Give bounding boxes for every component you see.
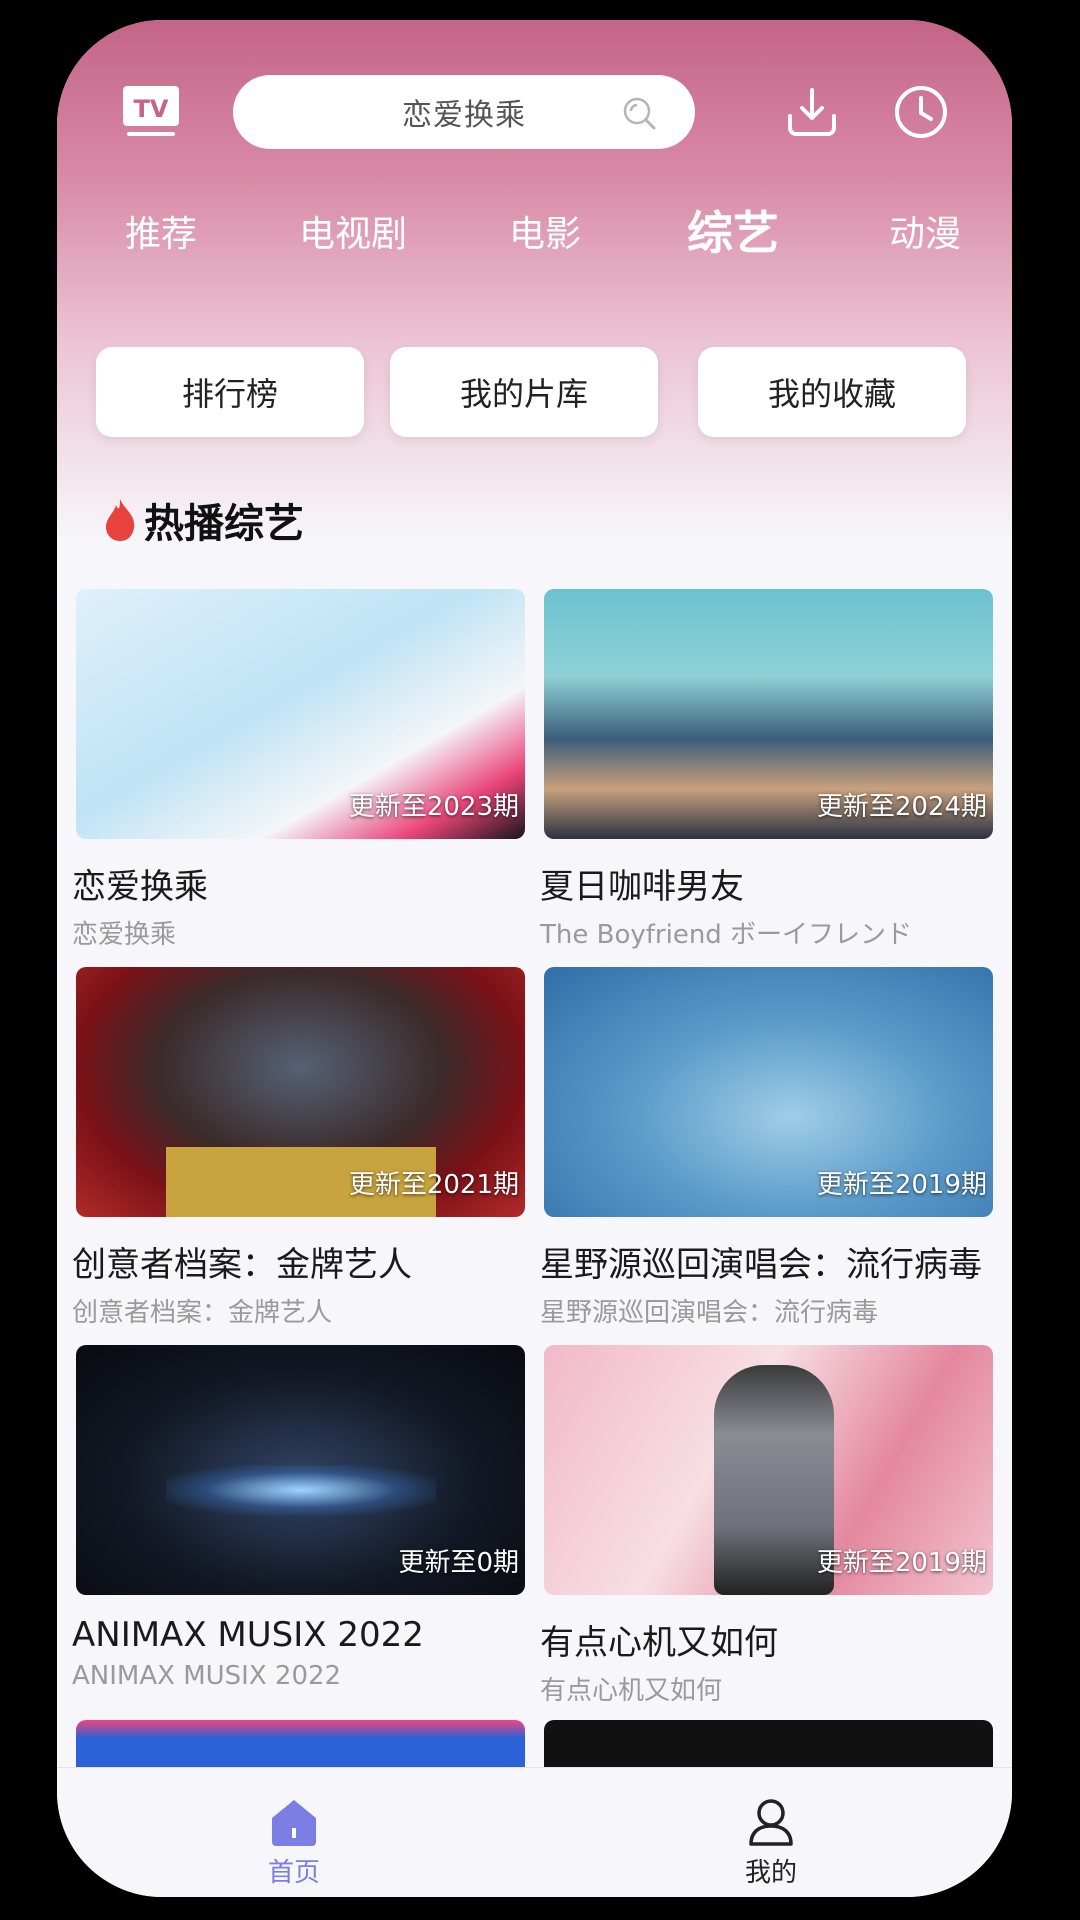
search-text: 恋爱换乘 <box>402 98 526 133</box>
show-thumbnail[interactable]: 更新至2024期 <box>544 589 993 839</box>
show-card[interactable]: 更新至2021期 创意者档案：金牌艺人 创意者档案：金牌艺人 <box>72 967 525 1329</box>
history-clock-icon[interactable] <box>893 84 949 140</box>
nav-profile-label: 我的 <box>744 1858 797 1888</box>
show-card[interactable]: 更新至2019期 有点心机又如何 有点心机又如何 <box>540 1345 993 1707</box>
section-title: 热播综艺 <box>144 501 304 547</box>
show-title: 有点心机又如何 <box>540 1623 778 1663</box>
ranking-button[interactable]: 排行榜 <box>96 347 364 437</box>
search-bar[interactable]: 恋爱换乘 <box>233 75 695 149</box>
tab-recommend[interactable]: 推荐 <box>125 205 197 257</box>
category-tabs: 推荐 电视剧 电影 综艺 动漫 <box>57 205 1012 275</box>
episode-badge: 更新至2023期 <box>348 792 519 822</box>
logo-text: TV <box>134 95 169 123</box>
section-header: 热播综艺 <box>102 492 304 548</box>
episode-badge: 更新至2021期 <box>348 1170 519 1200</box>
nav-home-label: 首页 <box>267 1858 320 1888</box>
show-thumbnail[interactable]: 更新至2021期 <box>76 967 525 1217</box>
show-card[interactable]: 更新至0期 ANIMAX MUSIX 2022 ANIMAX MUSIX 202… <box>72 1345 525 1691</box>
show-subtitle: 恋爱换乘 <box>72 920 177 950</box>
nav-home[interactable]: 首页 <box>234 1796 354 1889</box>
bottom-navigation: 首页 我的 <box>57 1767 1012 1897</box>
fire-icon <box>106 499 135 541</box>
show-card[interactable]: 更新至2023期 恋爱换乘 恋爱换乘 <box>72 589 525 951</box>
show-card[interactable]: 更新至2019期 星野源巡回演唱会：流行病毒 星野源巡回演唱会：流行病毒 <box>540 967 993 1329</box>
show-subtitle: 星野源巡回演唱会：流行病毒 <box>540 1298 879 1328</box>
show-subtitle: ANIMAX MUSIX 2022 <box>72 1661 342 1691</box>
app-screen: TV 恋爱换乘 推荐 电视剧 电影 综艺 动漫 排行榜 我的片库 我的收藏 热播… <box>57 20 1012 1897</box>
show-thumbnail[interactable]: 更新至2019期 <box>544 1345 993 1595</box>
top-bar: TV 恋爱换乘 <box>57 20 1012 200</box>
show-subtitle: 有点心机又如何 <box>540 1676 723 1706</box>
show-title: 恋爱换乘 <box>72 867 208 907</box>
tv-logo-icon[interactable]: TV <box>121 84 181 140</box>
tab-tv-series[interactable]: 电视剧 <box>299 205 407 257</box>
show-subtitle: The Boyfriend ボーイフレンド <box>540 920 913 950</box>
show-thumbnail[interactable]: 更新至2019期 <box>544 967 993 1217</box>
tab-anime[interactable]: 动漫 <box>889 205 961 257</box>
show-thumbnail[interactable]: 更新至2023期 <box>76 589 525 839</box>
my-library-button[interactable]: 我的片库 <box>390 347 658 437</box>
tab-movies[interactable]: 电影 <box>509 205 581 257</box>
episode-badge: 更新至2019期 <box>816 1548 987 1578</box>
show-title: 夏日咖啡男友 <box>540 867 744 907</box>
episode-badge: 更新至0期 <box>398 1548 519 1578</box>
show-card[interactable]: 更新至2024期 夏日咖啡男友 The Boyfriend ボーイフレンド <box>540 589 993 951</box>
search-icon[interactable] <box>621 95 657 131</box>
show-title: 创意者档案：金牌艺人 <box>72 1245 412 1285</box>
thumbnail-art <box>166 1465 436 1515</box>
my-favorites-button[interactable]: 我的收藏 <box>698 347 966 437</box>
show-subtitle: 创意者档案：金牌艺人 <box>72 1298 333 1328</box>
show-title: 星野源巡回演唱会：流行病毒 <box>540 1245 982 1285</box>
profile-icon <box>749 1799 793 1846</box>
show-thumbnail[interactable]: 更新至0期 <box>76 1345 525 1595</box>
home-icon <box>272 1800 316 1846</box>
download-icon[interactable] <box>784 84 840 140</box>
episode-badge: 更新至2024期 <box>816 792 987 822</box>
show-title: ANIMAX MUSIX 2022 <box>72 1615 424 1655</box>
tab-variety[interactable]: 综艺 <box>687 197 779 263</box>
nav-profile[interactable]: 我的 <box>711 1796 831 1889</box>
episode-badge: 更新至2019期 <box>816 1170 987 1200</box>
